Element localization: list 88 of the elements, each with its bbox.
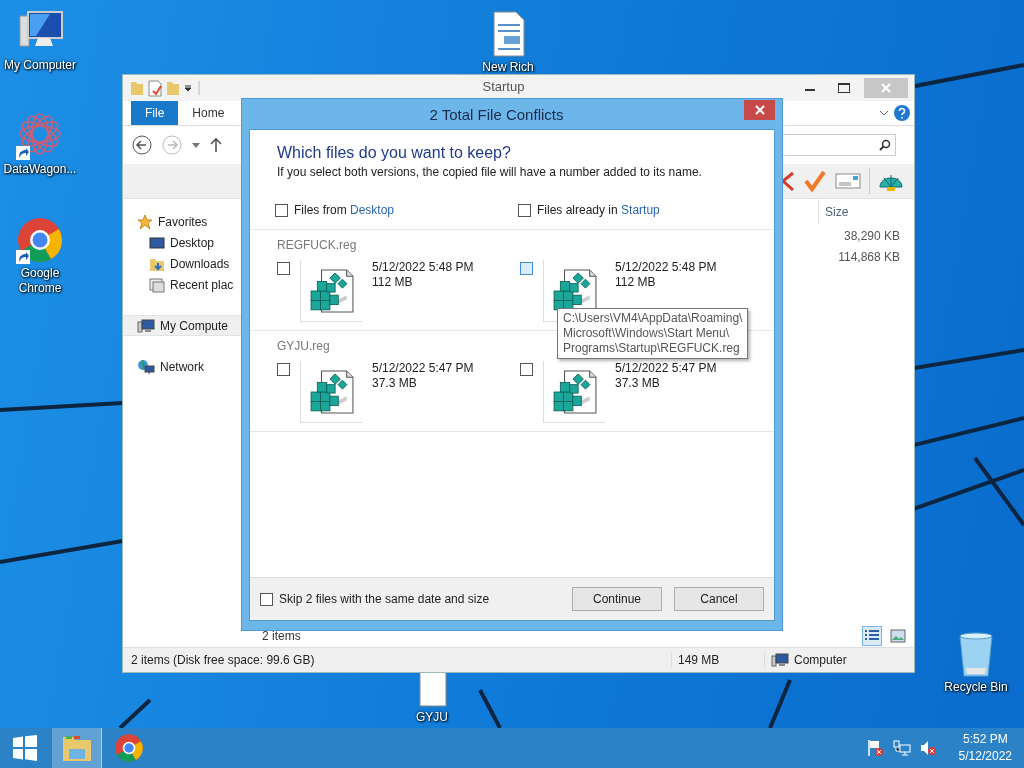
back-icon[interactable] <box>131 134 153 156</box>
computer-icon <box>137 317 155 334</box>
muted-speaker-icon[interactable] <box>918 739 937 757</box>
checkbox[interactable] <box>520 262 533 275</box>
window-title: Startup <box>481 78 526 94</box>
clock-date[interactable]: 5/12/2022 <box>958 748 1012 765</box>
dialog-button[interactable]: Continue <box>572 587 662 611</box>
dialog-heading: Which files do you want to keep? <box>276 143 512 162</box>
selection-size: 149 MB <box>671 653 764 667</box>
close-button[interactable] <box>744 100 775 120</box>
location-text: Computer <box>794 653 847 667</box>
recycle-bin-icon <box>959 632 993 677</box>
thumbnail-view-button[interactable] <box>888 626 908 646</box>
desktop-icon-label[interactable]: My Computer <box>1 58 79 73</box>
file-date: 5/12/2022 5:47 PM <box>615 361 717 375</box>
navigation-item[interactable]: Desktop <box>123 232 242 253</box>
image-icon <box>890 629 906 643</box>
network-icon[interactable] <box>892 739 911 757</box>
checkbox[interactable] <box>275 203 288 217</box>
close-icon <box>881 83 891 93</box>
computer-icon <box>19 11 63 47</box>
checkbox[interactable] <box>520 363 533 376</box>
card-icon[interactable] <box>835 171 861 191</box>
item-count: 2 items <box>261 629 302 643</box>
file-size: 37.3 MB <box>615 376 661 390</box>
column-header[interactable]: Size <box>818 199 904 225</box>
registry-file-icon <box>309 369 354 414</box>
navigation-item[interactable]: Favorites <box>123 211 242 232</box>
file-date: 5/12/2022 5:48 PM <box>615 260 717 274</box>
chrome-icon <box>18 218 62 262</box>
caret-icon[interactable] <box>191 140 201 150</box>
folder-link[interactable]: Desktop <box>350 203 395 217</box>
chrome-icon <box>114 733 144 763</box>
desktop-icon-label[interactable]: New Rich <box>469 60 547 75</box>
desktop-icon <box>149 235 165 250</box>
folder-icon <box>60 733 93 763</box>
document-icon <box>493 11 525 57</box>
source-label: Files from Desktop <box>294 203 395 217</box>
navigation-item[interactable]: My Compute <box>123 315 242 336</box>
checkbox[interactable] <box>277 363 290 376</box>
file-size: 112 MB <box>615 275 657 289</box>
checkmark-icon[interactable] <box>803 169 827 193</box>
skip-label: Skip 2 files with the same date and size <box>279 592 491 606</box>
ribbon-tab[interactable]: Home <box>178 101 239 125</box>
file-name: GYJU.reg <box>277 339 330 353</box>
windows-logo-icon <box>12 735 38 761</box>
list-icon <box>864 629 880 643</box>
table-cell: 38,290 KB <box>843 228 900 243</box>
checkbox[interactable] <box>277 262 290 275</box>
network-icon <box>137 358 155 375</box>
status-text: 2 items (Disk free space: 99.6 GB) <box>130 653 316 667</box>
checkbox[interactable] <box>518 203 531 217</box>
desktop-icon-label[interactable]: Google Chrome <box>1 266 79 296</box>
search-icon <box>879 139 891 151</box>
recent-places-icon <box>149 276 165 293</box>
up-arrow-icon[interactable] <box>209 137 223 153</box>
dialog-title: 2 Total File Conflicts <box>428 105 565 123</box>
desktop-icon-label[interactable]: DataWagon... <box>1 162 79 177</box>
computer-icon <box>771 652 789 668</box>
flower-icon <box>19 113 61 155</box>
flag-icon[interactable] <box>866 739 885 757</box>
details-view-button[interactable] <box>862 626 882 646</box>
dialog-button[interactable]: Cancel <box>674 587 764 611</box>
path-tooltip: C:\Users\VM4\AppData\Roaming\ Microsoft\Windows\Start Menu\ Programs\Startup\REGFUCK.reg <box>557 308 749 359</box>
star-icon <box>137 213 153 230</box>
table-cell: 114,868 KB <box>838 249 900 264</box>
file-size: 37.3 MB <box>372 376 418 390</box>
file-date: 5/12/2022 5:47 PM <box>372 361 474 375</box>
desktop-icon-label[interactable]: GYJU <box>393 710 471 725</box>
file-date: 5/12/2022 5:48 PM <box>372 260 474 274</box>
navigation-item[interactable]: Network <box>123 356 242 377</box>
maximize-icon <box>838 83 850 93</box>
registry-file-icon <box>552 268 597 313</box>
file-name: REGFUCK.reg <box>277 238 357 252</box>
desktop-icon-label[interactable]: Recycle Bin <box>937 680 1015 695</box>
shortcut-arrow-icon <box>16 250 30 264</box>
ribbon-tab[interactable]: File <box>131 101 179 125</box>
shortcut-arrow-icon <box>16 146 30 160</box>
source-label: Files already in Startup <box>537 203 660 217</box>
folder-link[interactable]: Startup <box>621 203 660 217</box>
file-size: 112 MB <box>372 275 414 289</box>
navigation-item[interactable]: Recent plac <box>123 274 242 295</box>
dialog-description: If you select both versions, the copied file will have a number added to its name. <box>276 164 703 179</box>
clock-time[interactable]: 5:52 PM <box>962 731 1008 748</box>
checkbox[interactable] <box>260 592 273 606</box>
registry-file-icon <box>309 268 354 313</box>
close-icon <box>754 104 765 115</box>
registry-file-icon <box>552 369 597 414</box>
